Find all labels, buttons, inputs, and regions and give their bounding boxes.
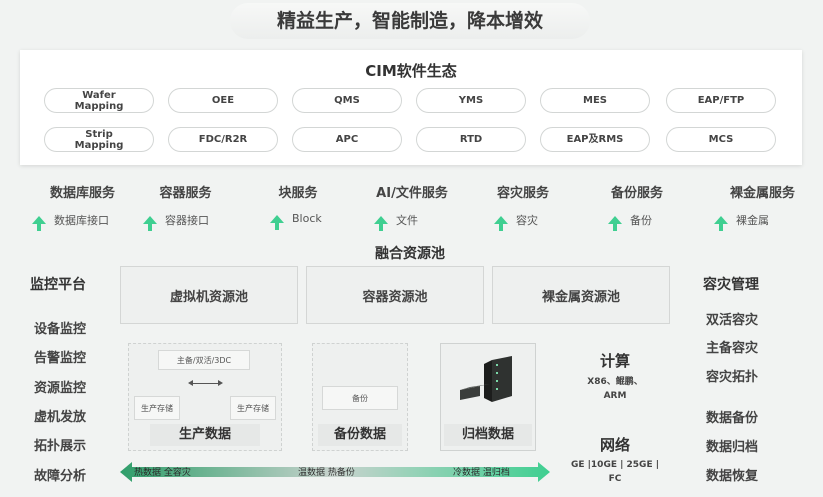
pool-baremetal: 裸金属资源池 bbox=[492, 266, 670, 324]
service-sub: Block bbox=[270, 212, 322, 230]
production-storage: 生产存储 bbox=[134, 396, 180, 420]
right-panel-item: 主备容灾 bbox=[706, 341, 759, 356]
arrow-up-icon bbox=[270, 214, 284, 230]
cim-title: CIM软件生态 bbox=[365, 62, 457, 80]
arrow-up-icon bbox=[714, 216, 728, 231]
production-label: 生产数据 bbox=[150, 424, 260, 446]
cim-pill: QMS bbox=[292, 88, 402, 113]
bar-mid-label: 温数据 热备份 bbox=[298, 468, 355, 478]
server-rack-icon bbox=[456, 356, 522, 406]
service-head: 容器服务 bbox=[159, 186, 212, 201]
service-head: 裸金属服务 bbox=[729, 186, 795, 201]
pool-vm: 虚拟机资源池 bbox=[120, 266, 298, 324]
service-head: 容灾服务 bbox=[496, 186, 549, 201]
fusion-title: 融合资源池 bbox=[375, 246, 445, 262]
service-head: 备份服务 bbox=[610, 186, 663, 201]
cim-pill: MCS bbox=[666, 127, 776, 152]
arrow-up-icon bbox=[143, 216, 157, 231]
service-sub: 文件 bbox=[374, 212, 418, 231]
double-arrow-icon bbox=[190, 383, 220, 384]
cim-pill: MES bbox=[540, 88, 650, 113]
arrow-up-icon bbox=[494, 216, 508, 231]
cim-pill: FDC/R2R bbox=[168, 127, 278, 152]
production-mode: 主备/双活/3DC bbox=[158, 350, 250, 370]
service-sub: 备份 bbox=[608, 212, 652, 231]
left-panel-item: 虚机发放 bbox=[34, 410, 87, 425]
service-sub: 裸金属 bbox=[714, 212, 769, 231]
network-desc: GE |10GE | 25GE | FC bbox=[570, 460, 660, 484]
right-panel-item: 数据备份 bbox=[706, 411, 759, 426]
data-temperature-bar: 热数据 全容灾 温数据 热备份 冷数据 温归档 bbox=[120, 460, 550, 484]
archive-label: 归档数据 bbox=[444, 424, 532, 446]
cim-panel: CIM软件生态 Wafer Mapping OEE QMS YMS MES EA… bbox=[20, 50, 802, 165]
service-sub: 数据库接口 bbox=[32, 212, 109, 231]
service-head: 数据库服务 bbox=[49, 186, 115, 201]
right-panel-item: 数据恢复 bbox=[706, 469, 759, 484]
left-panel-item: 告警监控 bbox=[34, 351, 87, 366]
backup-label: 备份数据 bbox=[318, 424, 402, 446]
left-panel-item: 设备监控 bbox=[34, 322, 87, 337]
service-sub: 容灾 bbox=[494, 212, 538, 231]
bar-left-label: 热数据 全容灾 bbox=[134, 468, 191, 478]
right-panel-item: 容灾拓扑 bbox=[706, 370, 759, 385]
cim-pill: OEE bbox=[168, 88, 278, 113]
left-panel-item: 拓扑展示 bbox=[34, 439, 87, 454]
service-head: 块服务 bbox=[278, 186, 318, 201]
service-sub: 容器接口 bbox=[143, 212, 209, 231]
compute-desc: X86、鲲鹏、 ARM bbox=[587, 377, 643, 401]
service-head: AI/文件服务 bbox=[376, 186, 448, 201]
right-panel-title: 容灾管理 bbox=[703, 277, 759, 293]
left-panel-item: 故障分析 bbox=[34, 469, 87, 484]
right-panel-item: 数据归档 bbox=[706, 440, 759, 455]
cim-pill: APC bbox=[292, 127, 402, 152]
production-storage: 生产存储 bbox=[230, 396, 276, 420]
compute-title: 计算 bbox=[599, 352, 630, 370]
cim-pill: RTD bbox=[416, 127, 526, 152]
arrow-left-icon bbox=[188, 380, 193, 386]
left-panel-item: 资源监控 bbox=[34, 381, 87, 396]
cim-pill: Wafer Mapping bbox=[44, 88, 154, 113]
cim-pill: EAP及RMS bbox=[540, 127, 650, 152]
cim-pill: EAP/FTP bbox=[666, 88, 776, 113]
cim-pill: YMS bbox=[416, 88, 526, 113]
arrow-up-icon bbox=[374, 216, 388, 231]
bar-right-label: 冷数据 温归档 bbox=[453, 468, 510, 478]
network-title: 网络 bbox=[599, 436, 630, 454]
right-panel-item: 双活容灾 bbox=[706, 313, 759, 328]
arrow-up-icon bbox=[32, 216, 46, 231]
cim-pill: Strip Mapping bbox=[44, 127, 154, 152]
arrow-up-icon bbox=[608, 216, 622, 231]
pool-container: 容器资源池 bbox=[306, 266, 484, 324]
headline: 精益生产，智能制造，降本增效 bbox=[230, 3, 590, 39]
backup-inner: 备份 bbox=[322, 386, 398, 410]
left-panel-title: 监控平台 bbox=[30, 277, 86, 293]
arrow-right-icon bbox=[218, 380, 223, 386]
